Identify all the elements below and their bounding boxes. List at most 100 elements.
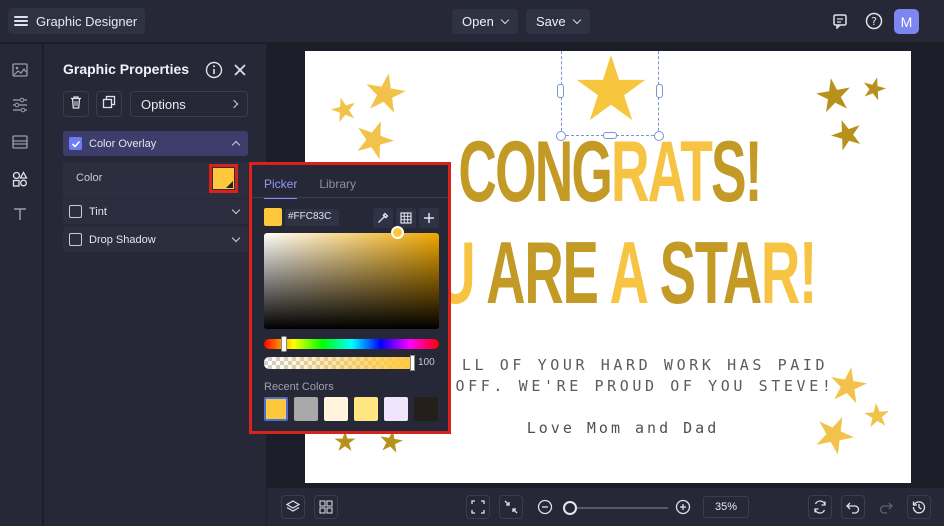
resize-handle[interactable] [656, 84, 663, 98]
selection-box [561, 51, 659, 136]
background-icon[interactable] [11, 133, 29, 151]
hue-slider[interactable] [264, 339, 439, 349]
drop-shadow-checkbox[interactable] [69, 233, 82, 246]
shrink-icon[interactable] [499, 495, 523, 519]
chevron-down-icon [500, 15, 510, 25]
opacity-value: 100 [418, 357, 435, 368]
resize-handle[interactable] [557, 84, 564, 98]
star-icon [362, 69, 409, 115]
color-row: Color [63, 162, 248, 198]
undo-icon[interactable] [841, 495, 865, 519]
text-icon[interactable] [11, 205, 29, 223]
app-title: Graphic Designer [36, 13, 138, 29]
shapes-icon[interactable] [11, 170, 29, 188]
fit-screen-icon[interactable] [466, 495, 490, 519]
duplicate-button[interactable] [96, 91, 122, 117]
color-label: Color [76, 172, 103, 184]
tab-picker[interactable]: Picker [264, 177, 298, 199]
redo-icon[interactable] [874, 495, 898, 519]
saturation-cursor[interactable] [391, 226, 404, 239]
recent-color-swatch[interactable] [324, 397, 348, 421]
tab-library[interactable]: Library [319, 177, 356, 199]
color-swatch-button[interactable] [209, 164, 238, 193]
chevron-down-icon [572, 15, 581, 25]
sliders-icon[interactable] [11, 96, 29, 114]
recent-color-swatch[interactable] [354, 397, 378, 421]
close-icon[interactable] [228, 58, 252, 82]
app-menu-button[interactable]: Graphic Designer [8, 8, 146, 34]
info-icon[interactable] [202, 58, 226, 82]
zoom-slider-track[interactable] [566, 507, 668, 509]
star-icon [809, 408, 860, 458]
resize-handle[interactable] [603, 132, 617, 139]
recent-color-swatch[interactable] [384, 397, 408, 421]
properties-panel: Graphic Properties Options Color Overlay… [44, 44, 266, 526]
current-color-swatch [264, 208, 282, 226]
star-icon [860, 74, 889, 102]
recent-color-swatch[interactable] [264, 397, 288, 421]
save-dropdown[interactable]: Save [526, 9, 590, 34]
image-icon[interactable] [11, 61, 29, 79]
resize-handle[interactable] [556, 131, 566, 141]
resize-handle[interactable] [654, 131, 664, 141]
layers-icon[interactable] [281, 495, 305, 519]
history-icon[interactable] [907, 495, 931, 519]
star-icon [350, 114, 399, 162]
color-swatch [213, 168, 234, 189]
open-dropdown[interactable]: Open [452, 9, 518, 34]
help-icon[interactable]: ? [862, 9, 886, 33]
open-label: Open [462, 14, 494, 29]
zoom-slider-handle[interactable] [563, 501, 577, 515]
chevron-up-icon [231, 140, 241, 150]
color-overlay-section[interactable]: Color Overlay [63, 131, 248, 156]
opacity-slider[interactable] [264, 357, 414, 369]
hue-slider-handle[interactable] [281, 336, 287, 352]
headline-part: STA [659, 223, 763, 322]
tab-divider [252, 197, 448, 198]
zoom-level[interactable]: 35% [703, 496, 749, 518]
message-line-2[interactable]: OFF. WE'RE PROUD OF YOU STEVE! [425, 377, 865, 395]
tint-section[interactable]: Tint [63, 199, 248, 224]
opacity-slider-handle[interactable] [410, 355, 415, 371]
star-icon [827, 114, 866, 153]
zoom-out-icon[interactable] [533, 495, 557, 519]
color-picker-popup: Picker Library #FFC83C 100 Recent Colors [249, 162, 451, 434]
tint-label: Tint [89, 205, 107, 218]
add-color-icon[interactable] [419, 208, 439, 228]
signature-text[interactable]: Love Mom and Dad [473, 419, 773, 437]
chevron-down-icon [231, 205, 241, 215]
drop-shadow-section[interactable]: Drop Shadow [63, 227, 248, 252]
color-overlay-checkbox[interactable] [69, 137, 82, 150]
bottom-toolbar: 35% [267, 488, 944, 526]
comments-icon[interactable] [828, 9, 852, 33]
hex-input[interactable]: #FFC83C [285, 209, 339, 226]
headline-part: CONG [458, 124, 612, 220]
headline-line-2[interactable]: U ARE A STAR! [436, 229, 817, 317]
recent-colors-label: Recent Colors [264, 381, 334, 393]
refresh-icon[interactable] [808, 495, 832, 519]
star-icon [863, 401, 891, 428]
zoom-in-icon[interactable] [671, 495, 695, 519]
saturation-field[interactable] [264, 233, 439, 329]
top-bar: Graphic Designer Open Save ? M [0, 0, 944, 43]
svg-text:?: ? [871, 15, 877, 28]
headline-part: S! [711, 124, 762, 220]
delete-button[interactable] [63, 91, 89, 117]
recent-color-swatch[interactable] [294, 397, 318, 421]
save-label: Save [536, 14, 566, 29]
tint-checkbox[interactable] [69, 205, 82, 218]
options-button[interactable]: Options [130, 91, 248, 117]
recent-color-swatch[interactable] [414, 397, 438, 421]
panel-title: Graphic Properties [63, 61, 190, 77]
trash-icon [69, 95, 83, 114]
hamburger-icon [14, 16, 28, 26]
eyedropper-icon[interactable] [373, 208, 393, 228]
avatar[interactable]: M [894, 9, 919, 34]
options-label: Options [141, 96, 186, 112]
star-icon [814, 75, 854, 114]
headline-line-1[interactable]: CONGRATS! [422, 129, 798, 215]
message-line-1[interactable]: LL OF YOUR HARD WORK HAS PAID [425, 356, 865, 374]
grid-icon[interactable] [396, 208, 416, 228]
chevron-right-icon [229, 99, 239, 109]
grid-view-icon[interactable] [314, 495, 338, 519]
